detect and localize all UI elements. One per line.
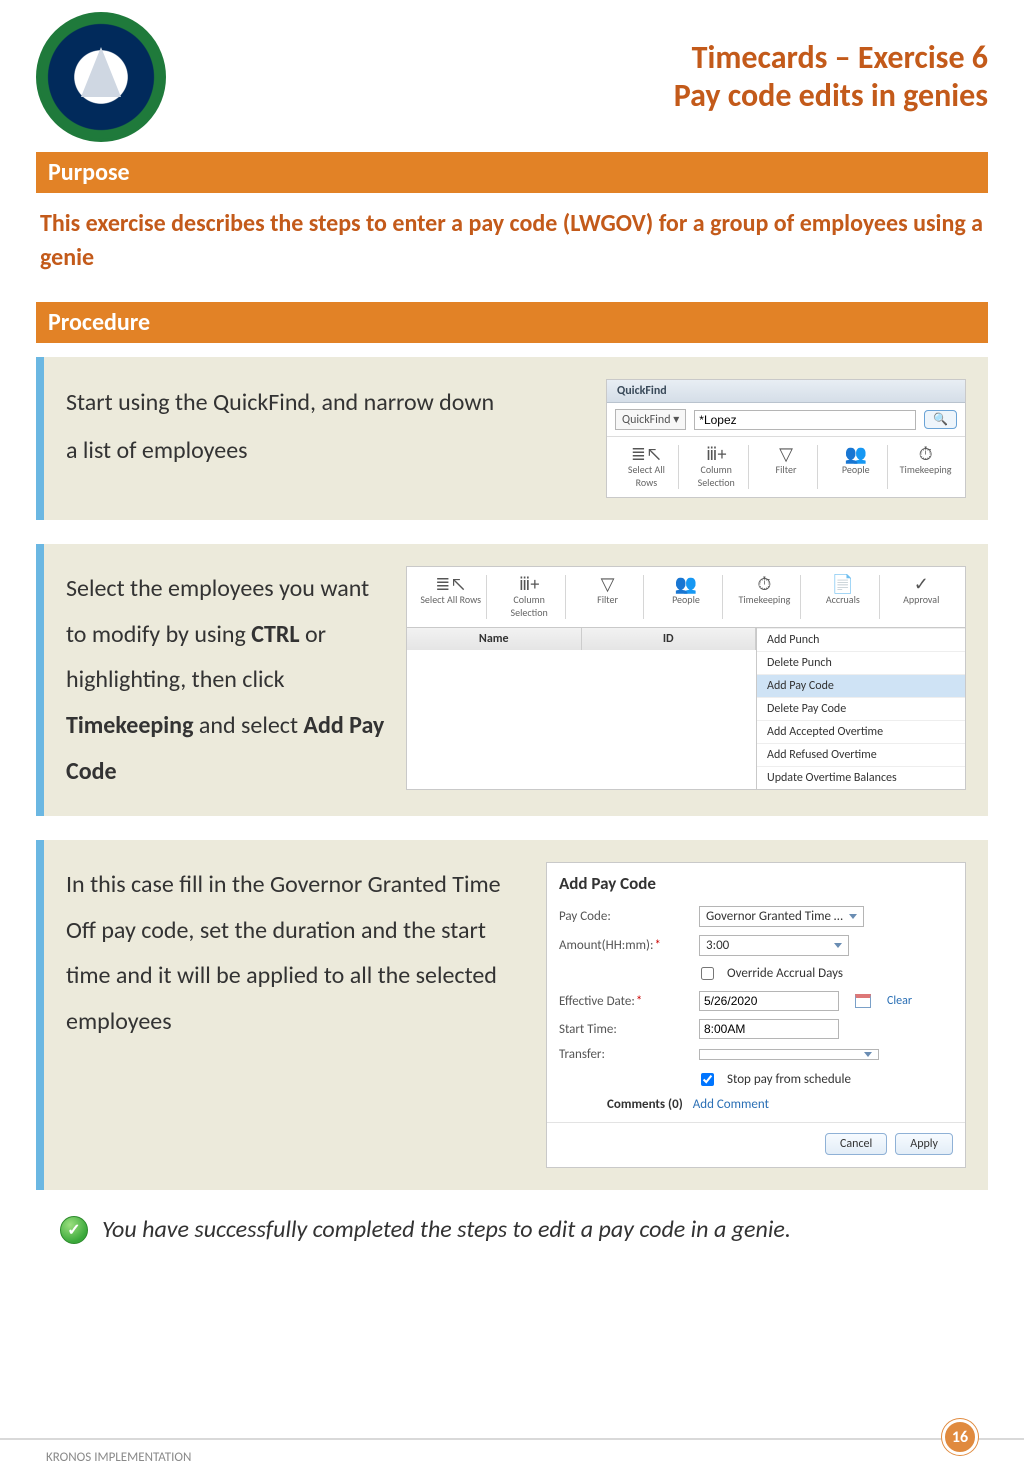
- seal-logo: [36, 12, 166, 142]
- accruals-icon: 📄: [811, 575, 874, 593]
- quickfind-toolbar: ≣↖Select All Rows ⅲ+Column Selection ▽Fi…: [607, 436, 965, 497]
- col-id: ID: [582, 628, 757, 650]
- amount-label: Amount(HH:mm):: [559, 938, 689, 953]
- search-button[interactable]: 🔍: [924, 410, 957, 429]
- purpose-text: This exercise describes the steps to ent…: [40, 207, 988, 274]
- step-2-text: Select the employees you want to modify …: [66, 566, 388, 794]
- menu-add-accepted-ot[interactable]: Add Accepted Overtime: [757, 720, 965, 743]
- stoppay-checkbox[interactable]: [701, 1073, 714, 1086]
- footer-left: KRONOS IMPLEMENTATION: [46, 1450, 191, 1465]
- filter-icon: ▽: [759, 445, 814, 463]
- quickfind-screenshot: QuickFind QuickFind ▾ 🔍 ≣↖Select All Row…: [606, 379, 966, 498]
- rows-icon: ≣↖: [619, 445, 674, 463]
- quickfind-tab[interactable]: QuickFind: [607, 380, 965, 403]
- tool-people[interactable]: 👥People: [650, 575, 722, 619]
- comments-label: Comments (0): [607, 1097, 683, 1112]
- title-line-2: Pay code edits in genies: [674, 77, 988, 115]
- dialog-title: Add Pay Code: [559, 873, 953, 894]
- checkmark-icon: ✓: [60, 1216, 88, 1244]
- tool-select-all[interactable]: ≣↖Select All Rows: [415, 575, 487, 619]
- tool-approval[interactable]: ✓Approval: [886, 575, 957, 619]
- chevron-down-icon: [864, 1052, 872, 1057]
- success-row: ✓ You have successfully completed the st…: [60, 1214, 978, 1245]
- transfer-label: Transfer:: [559, 1047, 689, 1062]
- override-accrual-checkbox[interactable]: [701, 967, 714, 980]
- filter-icon: ▽: [576, 575, 639, 593]
- paycode-select[interactable]: Governor Granted Time …: [699, 906, 864, 927]
- footer: KRONOS IMPLEMENTATION: [0, 1438, 1024, 1479]
- menu-delete-punch[interactable]: Delete Punch: [757, 651, 965, 674]
- clear-link[interactable]: Clear: [887, 994, 912, 1008]
- step-3-text: In this case fill in the Governor Grante…: [66, 862, 528, 1044]
- quickfind-input[interactable]: [694, 410, 916, 430]
- effdate-label: Effective Date:: [559, 994, 689, 1009]
- columns-icon: ⅲ+: [497, 575, 560, 593]
- menu-update-ot-balances[interactable]: Update Overtime Balances: [757, 766, 965, 789]
- search-icon: 🔍: [933, 413, 948, 427]
- calendar-icon[interactable]: [855, 994, 871, 1008]
- tool-select-all[interactable]: ≣↖Select All Rows: [615, 445, 679, 489]
- clock-icon: ⏱: [733, 575, 796, 593]
- clock-icon: ⏱: [898, 445, 953, 463]
- tool-filter[interactable]: ▽Filter: [755, 445, 819, 489]
- add-pay-code-dialog: Add Pay Code Pay Code: Governor Granted …: [546, 862, 966, 1168]
- amount-select[interactable]: 3:00: [699, 935, 849, 956]
- col-name: Name: [407, 628, 582, 650]
- cancel-button[interactable]: Cancel: [825, 1133, 887, 1155]
- rows-icon: ≣↖: [419, 575, 482, 593]
- step-2-screenshot: ≣↖Select All Rows ⅲ+Column Selection ▽Fi…: [406, 566, 966, 790]
- tool-column-selection[interactable]: ⅲ+Column Selection: [493, 575, 565, 619]
- chevron-down-icon: [849, 914, 857, 919]
- step-1-text: Start using the QuickFind, and narrow do…: [66, 379, 588, 475]
- tool-people[interactable]: 👥People: [824, 445, 888, 489]
- page-number: 16: [942, 1419, 978, 1455]
- starttime-input[interactable]: [699, 1019, 839, 1039]
- title-line-1: Timecards – Exercise 6: [674, 39, 988, 77]
- timekeeping-menu: Add Punch Delete Punch Add Pay Code Dele…: [756, 627, 966, 790]
- add-comment-link[interactable]: Add Comment: [693, 1097, 769, 1112]
- transfer-select[interactable]: [699, 1049, 879, 1060]
- check-icon: ✓: [890, 575, 953, 593]
- chevron-down-icon: [834, 943, 842, 948]
- menu-delete-pay-code[interactable]: Delete Pay Code: [757, 697, 965, 720]
- stoppay-label: Stop pay from schedule: [727, 1072, 851, 1087]
- tool-filter[interactable]: ▽Filter: [572, 575, 644, 619]
- step-1-line-b: a list of employees: [66, 427, 588, 475]
- people-icon: 👥: [654, 575, 717, 593]
- apply-button[interactable]: Apply: [895, 1133, 953, 1155]
- section-procedure: Procedure: [36, 302, 988, 343]
- tool-column-selection[interactable]: ⅲ+Column Selection: [685, 445, 749, 489]
- starttime-label: Start Time:: [559, 1022, 689, 1037]
- tool-accruals[interactable]: 📄Accruals: [807, 575, 879, 619]
- tool-timekeeping[interactable]: ⏱Timekeeping: [894, 445, 957, 489]
- people-icon: 👥: [828, 445, 883, 463]
- columns-icon: ⅲ+: [689, 445, 744, 463]
- step-2: Select the employees you want to modify …: [36, 544, 988, 816]
- step-1: Start using the QuickFind, and narrow do…: [36, 357, 988, 520]
- menu-add-refused-ot[interactable]: Add Refused Overtime: [757, 743, 965, 766]
- step-3: In this case fill in the Governor Grante…: [36, 840, 988, 1190]
- page-title: Timecards – Exercise 6 Pay code edits in…: [674, 39, 988, 116]
- effdate-input[interactable]: [699, 991, 839, 1011]
- tool-timekeeping[interactable]: ⏱Timekeeping: [729, 575, 801, 619]
- menu-add-punch[interactable]: Add Punch: [757, 628, 965, 651]
- step-1-line-a: Start using the QuickFind, and narrow do…: [66, 379, 588, 427]
- success-text: You have successfully completed the step…: [102, 1214, 791, 1245]
- menu-add-pay-code[interactable]: Add Pay Code: [757, 674, 965, 697]
- quickfind-dropdown[interactable]: QuickFind ▾: [615, 409, 686, 430]
- section-purpose: Purpose: [36, 152, 988, 193]
- paycode-label: Pay Code:: [559, 909, 689, 924]
- override-label: Override Accrual Days: [727, 966, 843, 981]
